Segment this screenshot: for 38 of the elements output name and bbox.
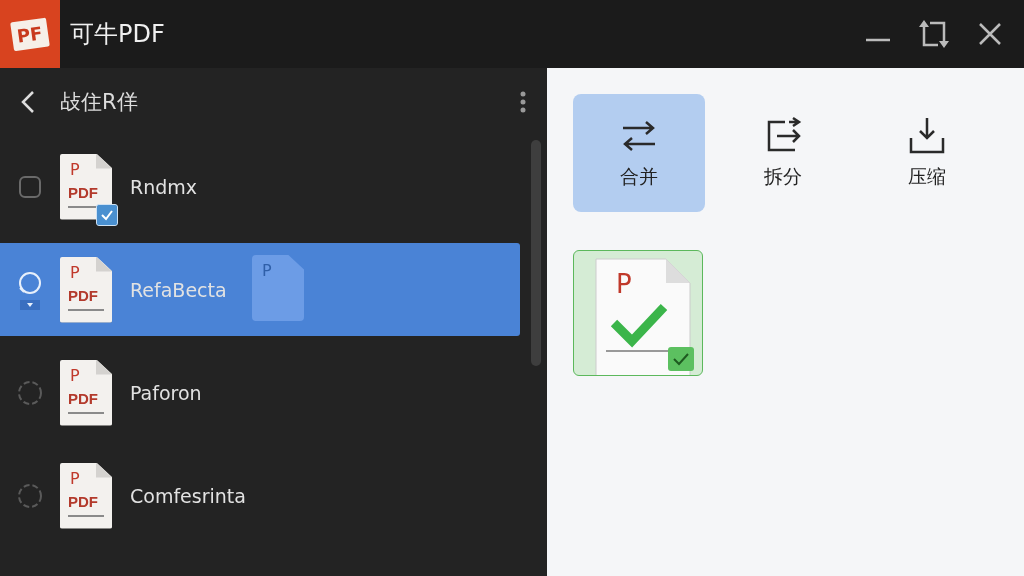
file-name: Comfesrinta [130,484,246,507]
app-logo: PF [0,0,60,68]
icon-label: PDF [68,286,98,304]
tool-button[interactable]: 压缩 [861,94,993,212]
file-row[interactable]: P PDF RefaBecta P [0,243,520,336]
drag-file-icon [252,255,304,321]
icon-letter: P [616,269,632,299]
download-icon [907,116,947,156]
icon-letter: P [70,468,80,488]
file-name: Paforon [130,381,202,404]
pdf-file-icon [60,256,112,323]
icon-letter: P [70,159,80,179]
checkbox[interactable] [18,174,42,199]
file-row[interactable]: P PDF Comfesrinta [0,449,520,542]
result-thumbnail[interactable]: P [573,250,703,376]
list-title: 敁住R佯 [60,88,138,116]
icon-label: PDF [68,492,98,510]
pdf-file-icon [60,359,112,426]
back-icon[interactable] [20,88,36,115]
radio-icon[interactable] [16,481,44,510]
file-row[interactable]: P PDF Rndmx [0,140,520,233]
icon-letter: P [70,365,80,385]
tool-button[interactable]: 拆分 [717,94,849,212]
icon-letter: P [70,262,80,282]
more-icon[interactable] [519,89,527,114]
icon-label: PDF [68,183,98,201]
scrollbar[interactable] [531,140,541,366]
icon-letter: P [262,261,272,280]
file-row[interactable]: P PDF Paforon [0,346,520,439]
pdf-file-icon [60,153,112,220]
file-name: RefaBecta [130,278,227,301]
tool-button[interactable]: 合并 [573,94,705,212]
pdf-file-icon [60,462,112,529]
caret-icon[interactable] [20,299,40,310]
window-title: 可牛PDF [70,19,165,50]
radio-icon[interactable] [16,378,44,407]
file-name: Rndmx [130,175,198,198]
icon-label: PDF [68,389,98,407]
